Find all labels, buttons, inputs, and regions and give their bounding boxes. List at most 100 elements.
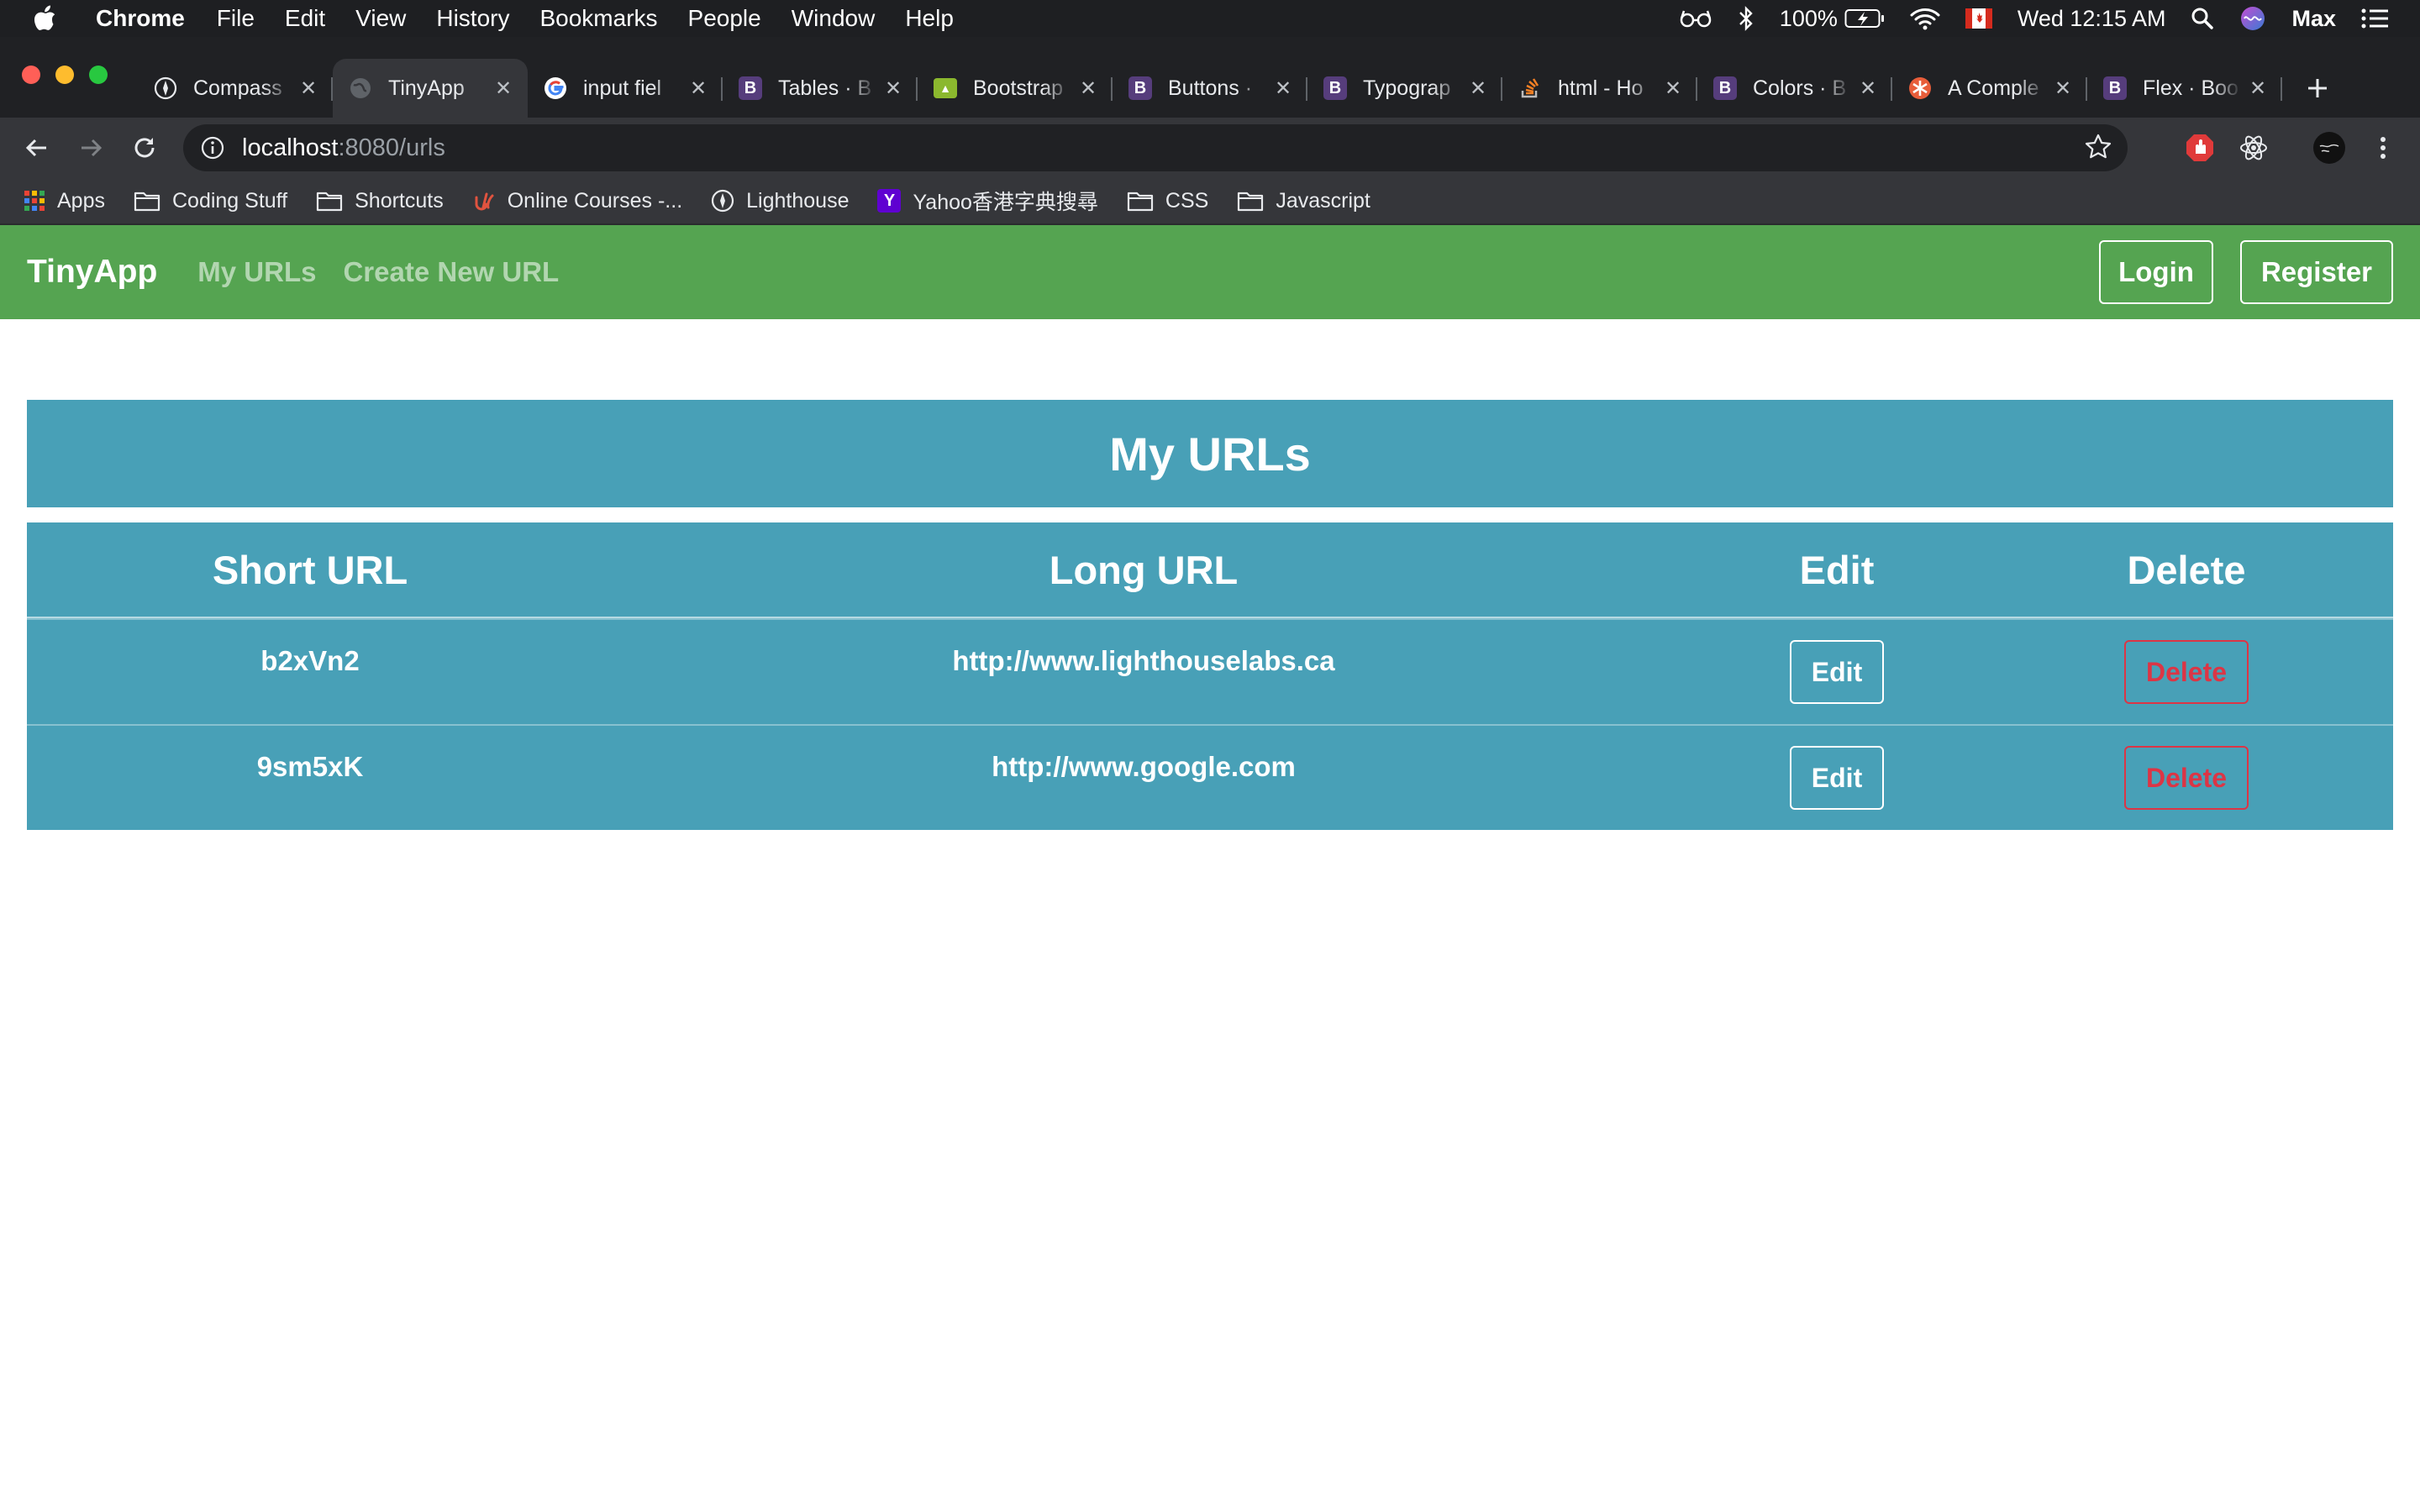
close-tab-icon[interactable]: ✕ (2052, 77, 2074, 100)
bootstrap-icon: B (1128, 76, 1153, 101)
long-url-cell: http://www.lighthouselabs.ca (952, 645, 1335, 676)
nav-my-urls[interactable]: My URLs (197, 256, 316, 288)
edit-button[interactable]: Edit (1789, 746, 1885, 810)
tab-title: A Comple (1948, 76, 2039, 100)
bookmark-item[interactable]: Javascript (1237, 189, 1370, 213)
back-arrow-icon (25, 139, 46, 157)
close-tab-icon[interactable]: ✕ (1662, 77, 1684, 100)
stackoverflow-icon (1518, 76, 1543, 101)
wifi-icon[interactable] (1910, 7, 1940, 30)
forward-button[interactable] (71, 128, 111, 168)
bookmark-star-icon[interactable] (2084, 133, 2112, 168)
nav-create-new-url[interactable]: Create New URL (343, 256, 559, 288)
window-controls (22, 66, 108, 84)
tab-title: Typograp (1363, 76, 1451, 100)
close-tab-icon[interactable]: ✕ (492, 77, 514, 100)
tab[interactable]: ▲ Bootstrap ✕ (918, 59, 1113, 118)
macos-menu-bar: Chrome File Edit View History Bookmarks … (0, 0, 2420, 37)
close-tab-icon[interactable]: ✕ (2247, 77, 2269, 100)
page-viewport: TinyApp My URLs Create New URL Login Reg… (0, 225, 2420, 1512)
bookmark-item[interactable]: Shortcuts (316, 189, 444, 213)
folder-icon (316, 190, 343, 212)
info-icon[interactable] (200, 135, 225, 160)
menu-view[interactable]: View (355, 5, 406, 32)
menu-file[interactable]: File (217, 5, 255, 32)
tab-title: Bootstrap (973, 76, 1064, 100)
close-tab-icon[interactable]: ✕ (1077, 77, 1099, 100)
spotlight-search-icon[interactable] (2191, 7, 2214, 30)
apple-icon[interactable] (32, 4, 57, 33)
notification-center-icon[interactable] (2361, 8, 2390, 29)
reload-icon (134, 138, 155, 158)
back-button[interactable] (17, 128, 57, 168)
tab[interactable]: A Comple ✕ (1892, 59, 2087, 118)
bootstrap-icon: B (2102, 76, 2128, 101)
menu-window[interactable]: Window (792, 5, 876, 32)
battery-status[interactable]: 100% (1780, 6, 1885, 32)
close-tab-icon[interactable]: ✕ (297, 77, 319, 100)
table-row: b2xVn2 http://www.lighthouselabs.ca Edit… (27, 618, 2393, 724)
bookmark-item[interactable]: Apps (24, 189, 105, 213)
tab[interactable]: Compass ✕ (138, 59, 333, 118)
menu-bookmarks[interactable]: Bookmarks (539, 5, 657, 32)
compass-icon (153, 76, 178, 101)
brand-link[interactable]: TinyApp (27, 254, 157, 291)
menu-people[interactable]: People (688, 5, 761, 32)
bluetooth-icon[interactable] (1738, 6, 1754, 31)
close-tab-icon[interactable]: ✕ (687, 77, 709, 100)
delete-cell: Delete (1980, 620, 2393, 724)
bookmark-item[interactable]: Online Courses -... (472, 189, 682, 213)
clock[interactable]: Wed 12:15 AM (2018, 6, 2166, 32)
new-tab-button[interactable] (2292, 59, 2343, 118)
close-tab-icon[interactable]: ✕ (1272, 77, 1294, 100)
accessibility-glasses-icon[interactable] (1679, 8, 1712, 29)
close-tab-icon[interactable]: ✕ (1467, 77, 1489, 100)
chrome-menu-icon[interactable] (2365, 129, 2402, 166)
edit-cell: Edit (1694, 620, 1980, 724)
menu-app-name[interactable]: Chrome (96, 5, 185, 32)
long-url-cell: http://www.google.com (992, 751, 1296, 782)
register-button[interactable]: Register (2240, 240, 2393, 304)
url-path: :8080/urls (338, 134, 445, 161)
bookmark-item[interactable]: Y Yahoo香港字典搜尋 (877, 186, 1098, 216)
close-window-button[interactable] (22, 66, 40, 84)
react-devtools-icon[interactable] (2235, 129, 2272, 166)
address-bar[interactable]: localhost:8080/urls (183, 124, 2128, 171)
close-tab-icon[interactable]: ✕ (882, 77, 904, 100)
login-button[interactable]: Login (2099, 240, 2213, 304)
menu-help[interactable]: Help (905, 5, 954, 32)
canada-flag-icon[interactable] (1965, 8, 1992, 29)
tab[interactable]: B Flex · Boo ✕ (2087, 59, 2282, 118)
tab-list: Compass ✕ TinyApp ✕ input fiel ✕ B Tables · B ✕ ▲… (138, 59, 2343, 118)
menu-edit[interactable]: Edit (285, 5, 325, 32)
tab[interactable]: TinyApp ✕ (333, 59, 528, 118)
delete-button[interactable]: Delete (2123, 640, 2249, 704)
bookmark-item[interactable]: Lighthouse (711, 189, 849, 213)
tab[interactable]: B Buttons · ✕ (1113, 59, 1307, 118)
tab[interactable]: input fiel ✕ (528, 59, 723, 118)
bookmark-item[interactable]: CSS (1127, 189, 1208, 213)
edit-button[interactable]: Edit (1789, 640, 1885, 704)
apps-grid-icon (24, 190, 45, 212)
tab[interactable]: B Colors · B ✕ (1697, 59, 1892, 118)
profile-avatar[interactable] (2311, 129, 2348, 166)
minimize-window-button[interactable] (55, 66, 74, 84)
user-name[interactable]: Max (2291, 6, 2336, 32)
bootstrap-icon: B (1323, 76, 1348, 101)
site-navbar: TinyApp My URLs Create New URL Login Reg… (0, 225, 2420, 319)
maximize-window-button[interactable] (89, 66, 108, 84)
tab-title: Flex · Boo (2143, 76, 2238, 100)
tab[interactable]: B Typograp ✕ (1307, 59, 1502, 118)
forward-arrow-icon (82, 139, 103, 157)
tab[interactable]: html - Ho ✕ (1502, 59, 1697, 118)
menu-history[interactable]: History (436, 5, 509, 32)
close-tab-icon[interactable]: ✕ (1857, 77, 1879, 100)
bookmark-item[interactable]: Coding Stuff (134, 189, 287, 213)
delete-button[interactable]: Delete (2123, 746, 2249, 810)
tab[interactable]: B Tables · B ✕ (723, 59, 918, 118)
adblock-extension-icon[interactable] (2181, 129, 2218, 166)
auth-buttons: Login Register (2099, 240, 2393, 304)
siri-icon[interactable] (2239, 5, 2266, 32)
edit-cell: Edit (1694, 726, 1980, 830)
reload-button[interactable] (124, 128, 165, 168)
